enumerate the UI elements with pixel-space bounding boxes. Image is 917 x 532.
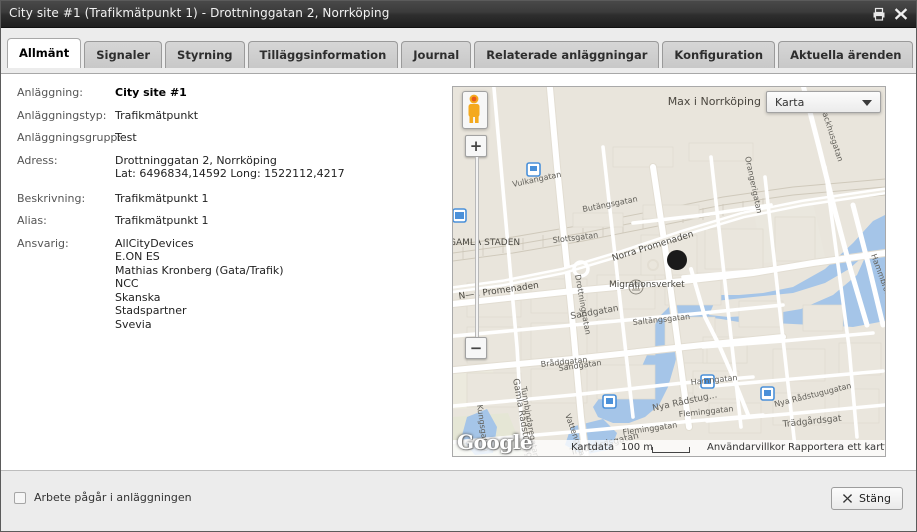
tab-konfiguration[interactable]: Konfiguration bbox=[662, 41, 776, 68]
field-adress: Adress: Drottninggatan 2, Norrköping Lat:… bbox=[17, 154, 437, 181]
close-button-label: Stäng bbox=[859, 492, 891, 505]
zoom-out-button[interactable]: − bbox=[465, 337, 487, 359]
close-button[interactable]: Stäng bbox=[831, 487, 903, 510]
map-zoom-control[interactable]: + − bbox=[465, 135, 487, 359]
tab-allm-nt[interactable]: Allmänt bbox=[7, 38, 82, 68]
field-label-anlaggningsgrupp: Anläggningsgrupp: bbox=[17, 131, 122, 144]
zoom-slider-track[interactable] bbox=[475, 157, 479, 337]
field-label-alias: Alias: bbox=[17, 214, 47, 227]
tab-till-ggsinformation[interactable]: Tilläggsinformation bbox=[247, 41, 399, 68]
map-type-selected-value: Karta bbox=[775, 96, 805, 109]
tab-panel-allmant: Anläggning: City site #1 Anläggningstyp: Tr… bbox=[0, 74, 917, 470]
field-anlaggningsgrupp: Anläggningsgrupp: Test bbox=[17, 131, 437, 145]
chevron-down-icon bbox=[862, 100, 872, 106]
tab-aktuella-renden[interactable]: Aktuella ärenden bbox=[778, 41, 914, 68]
close-x-icon bbox=[843, 494, 852, 503]
svg-text:GAMLA STADEN: GAMLA STADEN bbox=[453, 238, 520, 248]
location-map[interactable]: .rd { stroke:#ffffff; fill:none; stroke-… bbox=[452, 86, 886, 457]
field-value-anlaggningsgrupp: Test bbox=[115, 131, 137, 144]
zoom-in-button[interactable]: + bbox=[465, 135, 487, 157]
field-label-beskrivning: Beskrivning: bbox=[17, 191, 86, 205]
work-in-progress-checkbox[interactable] bbox=[14, 491, 26, 504]
map-poi-label: Max i Norrköping bbox=[667, 95, 761, 108]
tab-signaler[interactable]: Signaler bbox=[84, 41, 163, 68]
field-label-ansvarig: Ansvarig: bbox=[17, 236, 69, 250]
field-beskrivning: Beskrivning: Trafikmätpunkt 1 bbox=[17, 192, 437, 206]
map-scale-bar bbox=[652, 447, 690, 453]
field-label-anlaggningstyp: Anläggningstyp: bbox=[17, 108, 107, 122]
google-logo: Google bbox=[457, 430, 533, 454]
field-value-alias: Trafikmätpunkt 1 bbox=[115, 214, 209, 227]
field-ansvarig: Ansvarig: AllCityDevices E.ON ES Mathias … bbox=[17, 237, 437, 332]
field-value-ansvarig: AllCityDevices E.ON ES Mathias Kronberg … bbox=[115, 236, 284, 331]
map-type-dropdown[interactable]: Karta bbox=[766, 91, 881, 113]
map-scale-label: 100 m bbox=[621, 442, 654, 453]
site-details-window: City site #1 (Trafikmätpunkt 1) - Drottn… bbox=[0, 0, 917, 532]
work-in-progress-checkbox-row[interactable]: Arbete pågår i anläggningen bbox=[14, 491, 192, 504]
site-info-form: Anläggning: City site #1 Anläggningstyp: Tr… bbox=[17, 86, 437, 342]
dialog-footer: Arbete pågår i anläggningen Stäng bbox=[0, 470, 917, 532]
map-report-link[interactable]: Rapportera ett kartfel bbox=[788, 442, 885, 453]
field-value-anlaggningstyp: Trafikmätpunkt bbox=[115, 108, 199, 122]
tab-styrning[interactable]: Styrning bbox=[165, 41, 245, 68]
field-alias: Alias: Trafikmätpunkt 1 bbox=[17, 214, 437, 228]
location-marker-dot bbox=[667, 250, 687, 270]
close-icon[interactable] bbox=[893, 6, 909, 22]
field-value-adress: Drottninggatan 2, Norrköping Lat: 649683… bbox=[115, 153, 345, 181]
map-tiles: .rd { stroke:#ffffff; fill:none; stroke-… bbox=[453, 87, 885, 456]
printer-icon[interactable] bbox=[871, 6, 887, 22]
field-anlaggning: Anläggning: City site #1 bbox=[17, 86, 437, 100]
field-value-anlaggning: City site #1 bbox=[115, 86, 187, 99]
map-terms-link[interactable]: Användarvillkor bbox=[707, 442, 785, 453]
svg-text:Migrationsverket: Migrationsverket bbox=[609, 280, 685, 290]
tab-list: Allmänt Signaler Styrning Tilläggsinformati… bbox=[7, 38, 914, 68]
field-anlaggningstyp: Anläggningstyp: Trafikmätpunkt bbox=[17, 109, 437, 123]
tab-strip: Allmänt Signaler Styrning Tilläggsinformati… bbox=[0, 28, 917, 74]
window-titlebar: City site #1 (Trafikmätpunkt 1) - Drottn… bbox=[0, 0, 917, 28]
street-view-pegman-icon[interactable] bbox=[462, 91, 488, 129]
work-in-progress-label: Arbete pågår i anläggningen bbox=[34, 491, 192, 504]
field-label-anlaggning: Anläggning: bbox=[17, 86, 83, 99]
tab-relaterade-anl-ggningar[interactable]: Relaterade anläggningar bbox=[474, 41, 660, 68]
field-label-adress: Adress: bbox=[17, 153, 58, 167]
map-data-label: Kartdata bbox=[571, 442, 615, 453]
window-title: City site #1 (Trafikmätpunkt 1) - Drottn… bbox=[9, 6, 390, 20]
field-value-beskrivning: Trafikmätpunkt 1 bbox=[115, 191, 209, 205]
tab-journal[interactable]: Journal bbox=[401, 41, 472, 68]
